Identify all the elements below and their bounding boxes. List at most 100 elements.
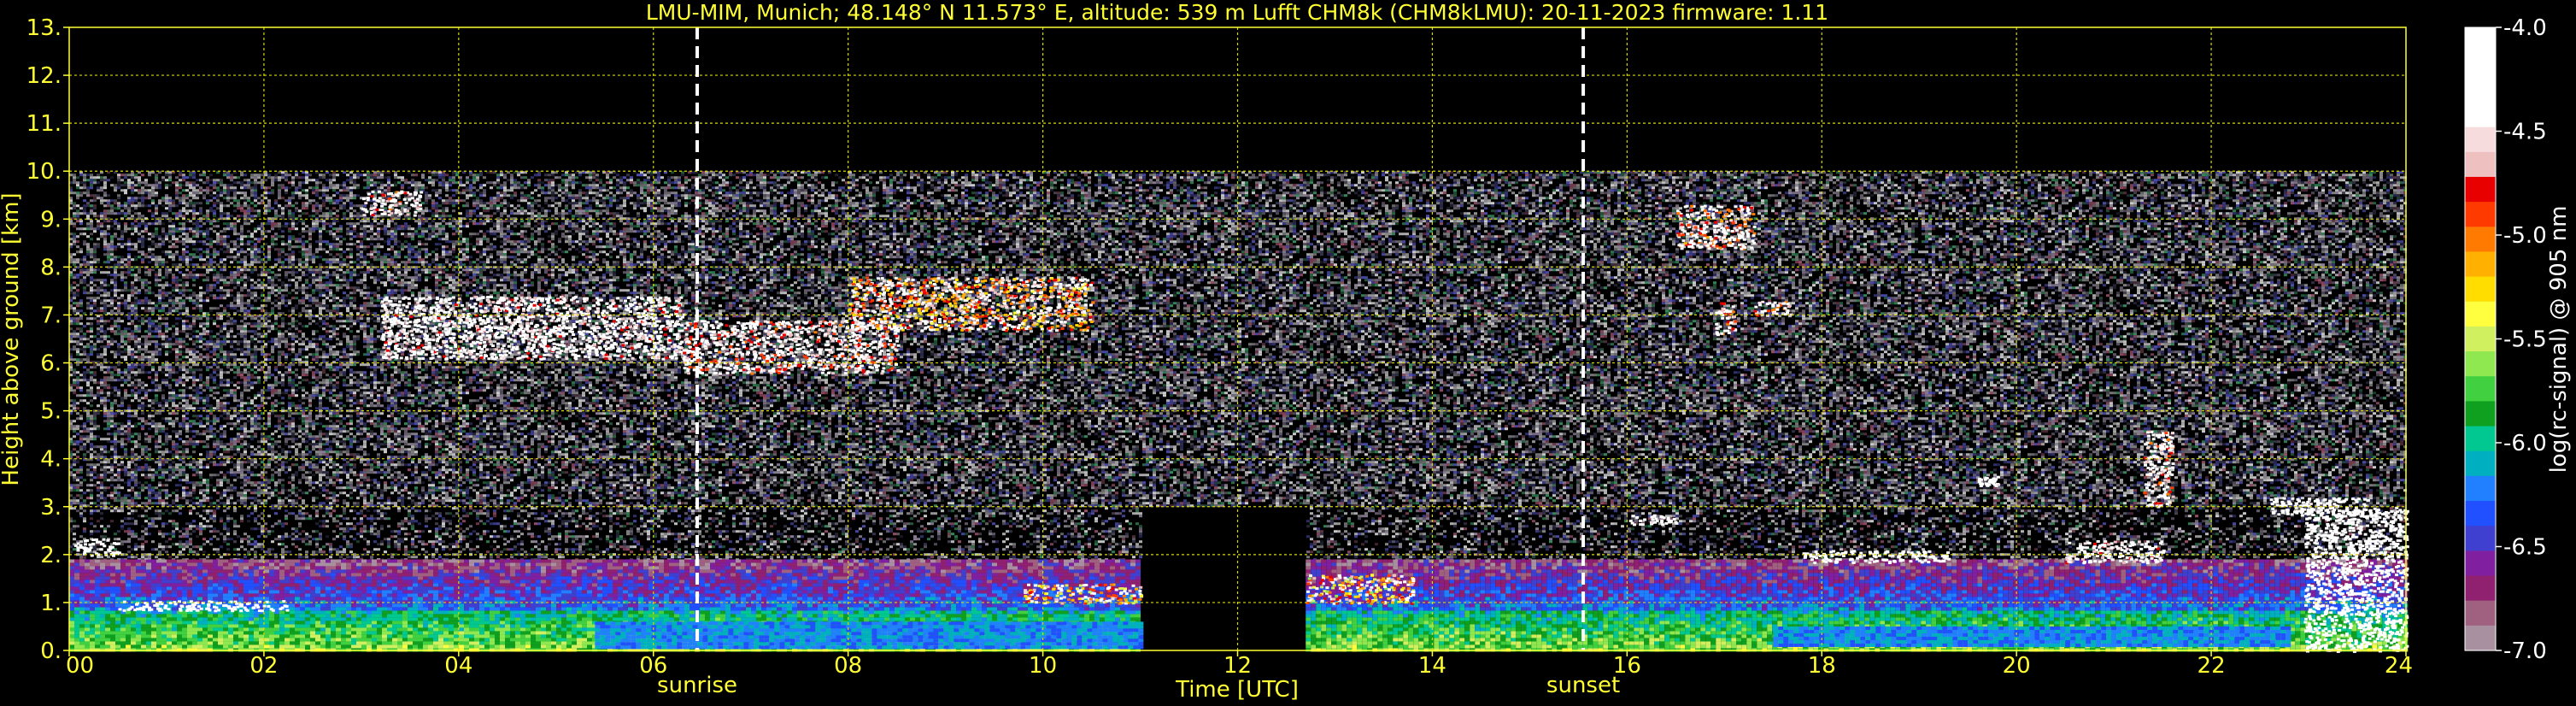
noise-pixel: [1224, 174, 1228, 176]
noise-pixel: [421, 186, 425, 189]
noise-pixel: [1012, 176, 1016, 179]
noise-pixel: [425, 179, 428, 181]
noise-pixel: [1583, 174, 1587, 176]
noise-pixel: [1450, 176, 1453, 179]
noise-pixel: [2315, 179, 2318, 181]
noise-pixel: [1231, 184, 1235, 186]
noise-pixel: [1768, 174, 1771, 176]
noise-pixel: [466, 186, 469, 189]
noise-pixel: [1973, 184, 1976, 186]
noise-pixel: [1925, 181, 1928, 184]
noise-pixel: [1197, 176, 1200, 179]
noise-pixel: [896, 186, 900, 189]
noise-pixel: [267, 176, 271, 179]
noise-pixel: [1385, 186, 1388, 189]
noise-pixel: [343, 181, 346, 184]
noise-pixel: [367, 174, 370, 176]
noise-pixel: [814, 179, 818, 181]
noise-pixel: [2215, 176, 2219, 179]
noise-pixel: [534, 189, 537, 191]
noise-pixel: [739, 176, 742, 179]
noise-pixel: [630, 181, 633, 184]
noise-pixel: [185, 176, 189, 179]
noise-pixel: [1809, 184, 1812, 186]
noise-pixel: [1221, 181, 1224, 184]
noise-pixel: [1488, 181, 1491, 184]
noise-pixel: [479, 174, 483, 176]
noise-pixel: [1402, 174, 1405, 176]
noise-pixel: [387, 181, 390, 184]
noise-pixel: [1125, 174, 1129, 176]
noise-pixel: [1546, 174, 1549, 176]
noise-pixel: [1429, 184, 1433, 186]
noise-pixel: [1696, 179, 1699, 181]
noise-pixel: [2345, 174, 2349, 176]
noise-pixel: [155, 174, 158, 176]
noise-pixel: [257, 176, 261, 179]
noise-pixel: [442, 184, 445, 186]
noise-pixel: [192, 189, 196, 191]
noise-pixel: [1857, 176, 1860, 179]
noise-pixel: [206, 186, 209, 189]
noise-pixel: [83, 176, 86, 179]
noise-pixel: [2311, 176, 2315, 179]
noise-pixel: [749, 186, 753, 189]
noise-pixel: [760, 179, 763, 181]
noise-pixel: [1423, 184, 1426, 186]
noise-pixel: [414, 181, 418, 184]
noise-pixel: [189, 181, 192, 184]
noise-pixel: [254, 176, 257, 179]
noise-pixel: [2297, 179, 2301, 181]
noise-pixel: [513, 186, 517, 189]
noise-pixel: [1576, 186, 1580, 189]
noise-pixel: [2168, 181, 2171, 184]
noise-pixel: [739, 186, 742, 189]
noise-pixel: [2113, 186, 2116, 189]
noise-pixel: [1033, 186, 1036, 189]
noise-pixel: [226, 189, 230, 191]
noise-pixel: [1662, 176, 1665, 179]
noise-pixel: [1077, 184, 1081, 186]
noise-pixel: [1088, 179, 1091, 181]
noise-pixel: [558, 189, 561, 191]
noise-pixel: [671, 186, 674, 189]
noise-pixel: [155, 176, 158, 179]
noise-pixel: [1652, 186, 1655, 189]
noise-pixel: [551, 181, 555, 184]
noise-pixel: [1224, 181, 1228, 184]
noise-pixel: [1740, 186, 1744, 189]
noise-pixel: [1959, 181, 1963, 184]
noise-pixel: [1002, 184, 1006, 186]
noise-pixel: [332, 186, 336, 189]
noise-pixel: [1963, 184, 1966, 186]
noise-pixel: [83, 174, 86, 176]
noise-pixel: [2280, 174, 2284, 176]
noise-pixel: [907, 181, 910, 184]
noise-pixel: [356, 186, 360, 189]
noise-pixel: [589, 189, 592, 191]
noise-pixel: [100, 179, 103, 181]
noise-pixel: [572, 179, 575, 181]
noise-pixel: [476, 189, 479, 191]
noise-pixel: [1238, 186, 1241, 189]
noise-pixel: [616, 184, 619, 186]
noise-pixel: [421, 184, 425, 186]
noise-pixel: [73, 179, 76, 181]
noise-pixel: [930, 179, 934, 181]
noise-pixel: [1453, 184, 1457, 186]
noise-pixel: [722, 181, 725, 184]
noise-pixel: [1153, 181, 1156, 184]
noise-pixel: [90, 186, 93, 189]
noise-pixel: [216, 179, 220, 181]
noise-pixel: [637, 174, 640, 176]
noise-pixel: [568, 174, 572, 176]
noise-pixel: [855, 184, 859, 186]
noise-pixel: [989, 181, 992, 184]
noise-pixel: [1846, 179, 1850, 181]
noise-pixel: [2198, 176, 2202, 179]
noise-pixel: [995, 186, 999, 189]
noise-pixel: [1727, 174, 1730, 176]
noise-pixel: [896, 181, 900, 184]
noise-pixel: [2055, 186, 2058, 189]
noise-pixel: [619, 179, 623, 181]
